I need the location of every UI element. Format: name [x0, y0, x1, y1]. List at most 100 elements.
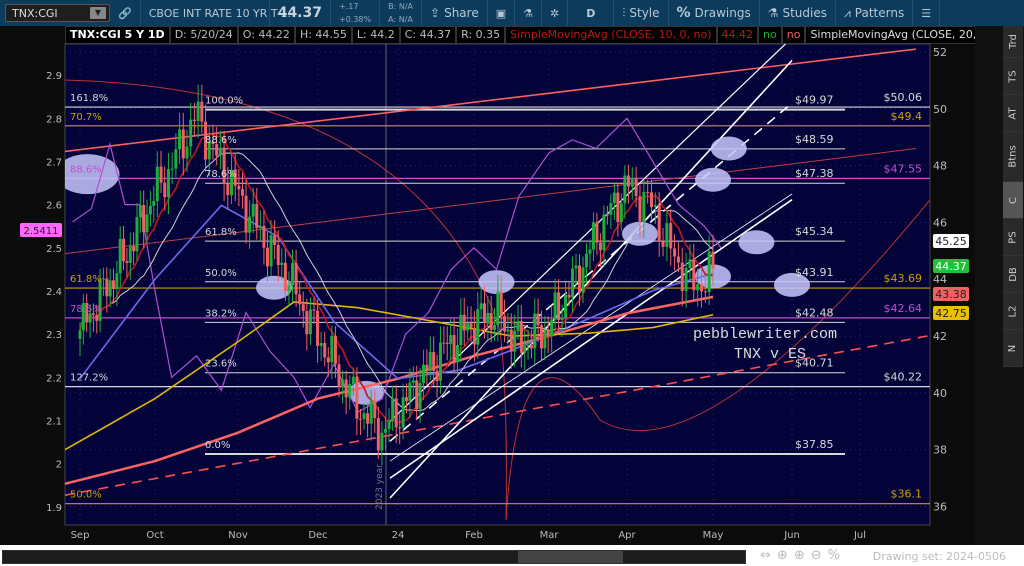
- scroll-thumb[interactable]: [518, 551, 623, 563]
- zoom-out-icon[interactable]: ⊖: [811, 548, 822, 563]
- candle-body: [269, 235, 273, 267]
- right-axis-tick: 38: [933, 444, 947, 457]
- candle-body: [355, 376, 359, 419]
- candle-body: [218, 147, 222, 156]
- side-tab-at[interactable]: AT: [1003, 95, 1023, 132]
- candle-body: [178, 129, 182, 150]
- highlight-ellipse: [478, 270, 515, 295]
- price-chart[interactable]: Sep Oct Nov Dec 24 Feb Mar Apr May Jun Jul 36 38 40 42…: [0, 0, 975, 545]
- candle-body: [258, 225, 262, 229]
- candle-body: [703, 291, 707, 293]
- side-tab-btns[interactable]: Btns: [1003, 132, 1023, 182]
- candle-body: [560, 317, 564, 320]
- candle-body: [680, 262, 684, 291]
- candle-body: [673, 248, 677, 257]
- candle-body: [215, 144, 219, 156]
- candle-body: [696, 284, 700, 291]
- candle-body: [196, 101, 200, 122]
- candle-body: [200, 101, 204, 122]
- candle-body: [391, 398, 395, 421]
- candle-body: [657, 205, 661, 242]
- candle-body: [623, 175, 627, 204]
- candle-body: [226, 183, 230, 196]
- candle-body: [445, 342, 449, 345]
- candle-body: [291, 263, 295, 286]
- candle-body: [574, 265, 578, 269]
- candle-body: [519, 320, 523, 353]
- candle-body: [661, 241, 665, 247]
- zoom-in-icon[interactable]: ⊕: [794, 548, 805, 563]
- fib-percent-label: 61.8%: [70, 274, 102, 285]
- bottom-bar: ⇔ ⊕ ⊕ ⊖% Drawing set: 2024-0506: [0, 545, 1024, 566]
- left-price-badge-label: 2.5411: [24, 226, 59, 237]
- candle-body: [595, 222, 599, 243]
- candle-body: [482, 303, 486, 324]
- price-badge-label: 43.38: [935, 288, 967, 301]
- highlight-ellipse: [695, 167, 731, 192]
- side-tab-label: DB: [1007, 266, 1019, 282]
- side-tab-ts[interactable]: TS: [1003, 58, 1023, 95]
- side-tab-db[interactable]: DB: [1003, 256, 1023, 293]
- fib-percent-label: 88.6%: [205, 135, 237, 146]
- candle-body: [609, 203, 613, 215]
- side-tab-label: PS: [1007, 230, 1019, 244]
- side-tab-c[interactable]: C: [1003, 182, 1023, 219]
- candle-body: [244, 195, 248, 233]
- side-tab-ps[interactable]: PS: [1003, 219, 1023, 256]
- fib-percent-label: 78.6%: [70, 304, 102, 315]
- candle-body: [578, 265, 582, 293]
- fib-percent-label: 88.6%: [70, 164, 102, 175]
- left-axis-tick: 2.4: [46, 287, 62, 298]
- candle-body: [486, 312, 490, 324]
- candle-body: [411, 380, 415, 383]
- horizontal-scrollbar[interactable]: [2, 550, 746, 564]
- candle-body: [255, 203, 259, 229]
- watermark-site: pebblewriter.com: [693, 326, 837, 343]
- fib-price-label: $43.69: [884, 272, 923, 285]
- fib-price-label: $50.06: [884, 91, 923, 104]
- candle-body: [479, 303, 483, 310]
- candle-body: [452, 335, 456, 363]
- x-tick-label: May: [703, 530, 724, 541]
- side-tab-l2[interactable]: L2: [1003, 293, 1023, 330]
- candle-body: [366, 413, 370, 424]
- percent-icon[interactable]: %: [828, 548, 840, 563]
- candle-body: [398, 427, 402, 429]
- candle-body: [132, 246, 136, 252]
- side-tab-trd[interactable]: Trd: [1003, 26, 1023, 58]
- candle-body: [707, 251, 711, 293]
- left-axis-tick: 1.9: [46, 503, 62, 514]
- candle-body: [584, 253, 588, 268]
- candle-body: [533, 313, 537, 349]
- x-tick-label: Oct: [146, 530, 163, 541]
- candle-body: [351, 376, 355, 385]
- left-axis-tick: 2.3: [46, 330, 62, 341]
- right-axis-tick: 48: [933, 160, 947, 173]
- x-tick-label: Nov: [228, 530, 248, 541]
- x-tick-label: Feb: [465, 530, 483, 541]
- left-axis-tick: 2.2: [46, 373, 62, 384]
- candle-body: [262, 225, 266, 248]
- candle-body: [646, 191, 650, 193]
- candle-body: [688, 259, 692, 269]
- candle-body: [380, 432, 384, 451]
- candle-body: [455, 345, 459, 363]
- candle-body: [358, 418, 362, 420]
- side-tab-label: C: [1007, 196, 1019, 204]
- right-axis-tick: 36: [933, 501, 947, 514]
- candle-body: [308, 309, 312, 335]
- price-badge-label: 45.25: [935, 235, 967, 248]
- side-tab-label: N: [1007, 344, 1019, 352]
- fib-price-label: $47.38: [795, 167, 834, 180]
- x-tick-label: Mar: [540, 530, 560, 541]
- right-axis-tick: 46: [933, 216, 947, 229]
- side-tab-n[interactable]: N: [1003, 330, 1023, 367]
- candle-body: [499, 291, 503, 317]
- candle-body: [557, 292, 561, 320]
- candle-body: [323, 342, 327, 358]
- candle-body: [159, 166, 163, 183]
- crosshair-icon[interactable]: ⊕: [777, 548, 788, 563]
- drawing-set[interactable]: Drawing set: 2024-0506: [873, 550, 1006, 563]
- fib-price-label: $43.91: [795, 266, 834, 279]
- pan-icon[interactable]: ⇔: [760, 548, 771, 563]
